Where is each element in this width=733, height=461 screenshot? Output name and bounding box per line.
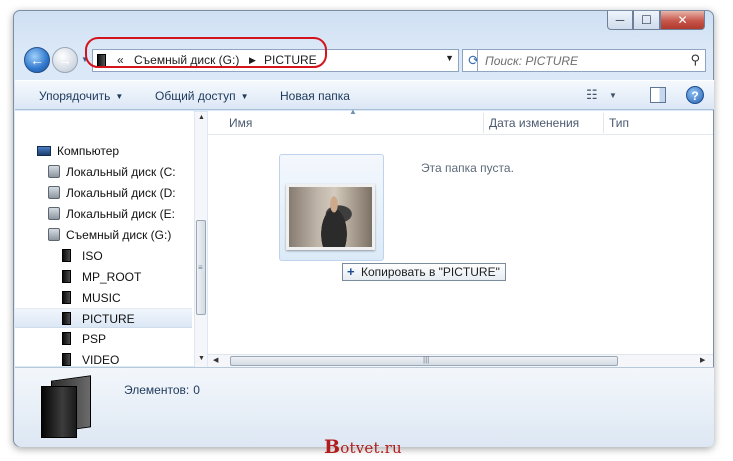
details-pane: Элементов: 0	[15, 367, 714, 447]
chevron-down-icon: ▼	[115, 92, 124, 101]
hscroll-thumb[interactable]: |||	[230, 355, 618, 366]
item-count-label: Элементов:	[124, 383, 190, 397]
sort-indicator-icon: ▲	[349, 107, 357, 116]
command-bar: Упорядочить ▼ Общий доступ ▼ Новая папка ☷…	[15, 80, 714, 110]
item-count: Элементов: 0	[124, 383, 200, 397]
maximize-icon: ☐	[641, 13, 652, 27]
scroll-left-icon[interactable]: ◀	[213, 356, 218, 364]
maximize-button[interactable]: ☐	[633, 11, 660, 30]
scroll-right-icon[interactable]: ▶	[700, 356, 705, 364]
tree-item-label: VIDEO	[82, 353, 120, 367]
minimize-icon: ─	[615, 13, 625, 27]
column-name-header[interactable]: Имя	[229, 116, 252, 130]
back-button[interactable]: ←	[24, 47, 50, 73]
empty-folder-message: Эта папка пуста.	[421, 161, 514, 175]
tree-item-label: Локальный диск (D:	[66, 186, 176, 200]
tree-item-label: PICTURE	[82, 312, 135, 326]
tree-item[interactable]: Локальный диск (D:	[15, 183, 192, 203]
folder-icon	[62, 353, 71, 366]
tree-item-label: ISO	[82, 249, 103, 263]
help-button[interactable]: ?	[686, 86, 704, 104]
folder-icon	[62, 312, 71, 325]
address-dropdown-icon[interactable]: ▼	[445, 53, 454, 63]
preview-pane-button[interactable]	[650, 87, 666, 103]
tree-item[interactable]: MP_ROOT	[15, 267, 192, 287]
photo-thumbnail	[286, 184, 375, 250]
scroll-grip-icon: ≡	[198, 263, 203, 272]
watermark-text: otvet.ru	[340, 439, 402, 457]
tree-item[interactable]: Локальный диск (C:	[15, 162, 192, 182]
tree-item-label: PSP	[82, 332, 107, 346]
drive-icon	[48, 228, 60, 241]
organize-label: Упорядочить	[39, 89, 111, 103]
views-dropdown-icon[interactable]: ▼	[609, 91, 617, 100]
watermark-initial: B	[324, 436, 341, 458]
file-list-pane[interactable]: ▲ Имя Дата изменения Тип Эта папка пуста…	[208, 107, 713, 366]
folder-front	[41, 386, 77, 438]
plus-icon: +	[347, 264, 355, 279]
drive-icon	[48, 186, 60, 199]
tree-item[interactable]: PSP	[15, 329, 192, 349]
tree-item-label: Компьютер	[57, 144, 120, 158]
column-divider[interactable]	[603, 113, 604, 133]
tree-item[interactable]: Компьютер	[15, 141, 192, 161]
tree-item[interactable]: Съемный диск (G:)	[15, 225, 192, 245]
share-label: Общий доступ	[155, 89, 236, 103]
tree-item-label: MUSIC	[82, 291, 121, 305]
address-highlight-ring	[85, 37, 327, 68]
folder-icon	[62, 270, 71, 283]
drive-icon	[48, 165, 60, 178]
organize-button[interactable]: Упорядочить ▼	[39, 89, 123, 103]
tree-item[interactable]: PICTURE	[15, 308, 192, 328]
tree-item[interactable]: MUSIC	[15, 288, 192, 308]
scroll-down-icon[interactable]: ▼	[195, 355, 208, 362]
scroll-up-icon[interactable]: ▲	[195, 114, 208, 121]
folder-icon	[62, 291, 71, 304]
tree-item[interactable]: Локальный диск (E:	[15, 204, 192, 224]
screenshot-stage: ─ ☐ ✕ ← → ▼ « Съемный диск (G:) ▶ PICTUR…	[0, 0, 733, 461]
item-count-value: 0	[193, 383, 200, 397]
nav-pane-vertical-scrollbar[interactable]: ▲ ≡ ▼	[194, 112, 207, 367]
chevron-down-icon: ▼	[240, 92, 249, 101]
drag-copy-tooltip: + Копировать в "PICTURE"	[342, 263, 506, 281]
column-type-header[interactable]: Тип	[609, 116, 629, 130]
forward-arrow-icon: →	[58, 52, 72, 68]
column-date-header[interactable]: Дата изменения	[489, 116, 579, 130]
explorer-window: ─ ☐ ✕ ← → ▼ « Съемный диск (G:) ▶ PICTUR…	[13, 10, 714, 447]
folder-icon	[62, 332, 71, 345]
hscroll-grip-icon: |||	[423, 355, 430, 364]
new-folder-button[interactable]: Новая папка	[280, 89, 350, 103]
search-icon[interactable]: ⚲	[690, 52, 700, 68]
folder-icon	[62, 249, 71, 262]
minimize-button[interactable]: ─	[607, 11, 633, 30]
tree-item-label: Локальный диск (E:	[66, 207, 175, 221]
views-icon[interactable]: ☷	[586, 87, 598, 103]
close-button[interactable]: ✕	[660, 11, 705, 30]
tree-item[interactable]: ISO	[15, 246, 192, 266]
scroll-thumb[interactable]: ≡	[196, 220, 206, 315]
column-header-row: ▲ Имя Дата изменения Тип	[208, 107, 713, 135]
caption-buttons: ─ ☐ ✕	[607, 11, 705, 30]
drive-icon	[48, 207, 60, 220]
forward-button[interactable]: →	[52, 47, 78, 73]
drag-copy-text: Копировать в "PICTURE"	[361, 265, 500, 279]
tree-item-label: Локальный диск (C:	[66, 165, 176, 179]
search-input[interactable]: Поиск: PICTURE	[485, 54, 578, 68]
column-divider[interactable]	[483, 113, 484, 133]
computer-icon	[37, 146, 51, 156]
dragged-file-thumbnail[interactable]	[279, 154, 384, 261]
close-icon: ✕	[677, 13, 688, 27]
tree-item-label: Съемный диск (G:)	[66, 228, 172, 242]
tree-item-label: MP_ROOT	[82, 270, 142, 284]
search-box[interactable]: Поиск: PICTURE ⚲	[477, 49, 706, 72]
horizontal-scrollbar[interactable]: ◀ ||| ▶	[208, 354, 713, 367]
back-arrow-icon: ←	[30, 52, 44, 68]
watermark: Botvet.ru	[324, 436, 402, 458]
share-button[interactable]: Общий доступ ▼	[155, 89, 249, 103]
navigation-pane: Компьютер Локальный диск (C: Локальный дис…	[15, 111, 195, 367]
person-in-photo	[314, 195, 354, 247]
folder-large-icon	[41, 375, 93, 438]
